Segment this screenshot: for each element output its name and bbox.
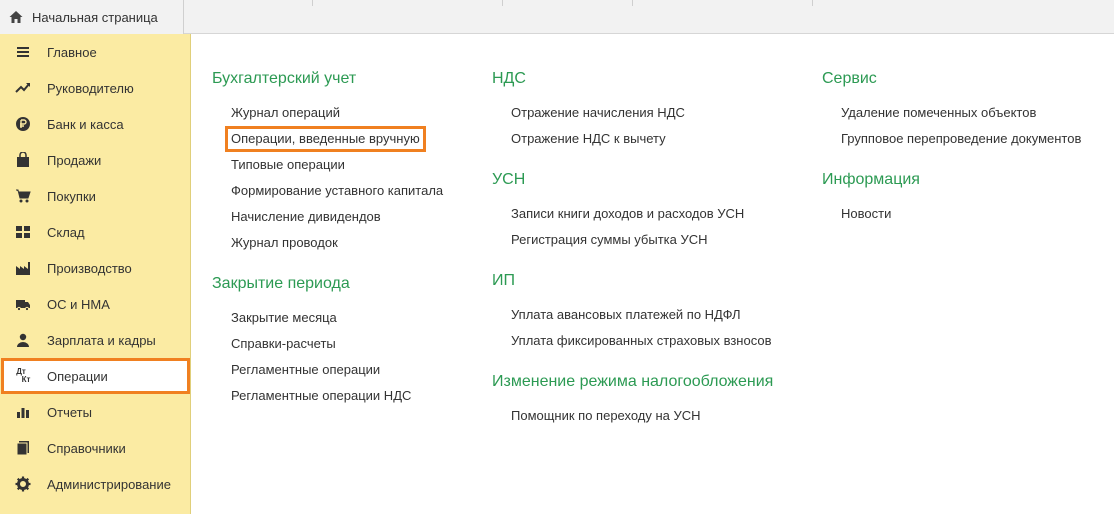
link-usn-loss[interactable]: Регистрация суммы убытка УСН: [511, 232, 708, 247]
sidebar-item-label: Отчеты: [47, 404, 92, 420]
link-dividends[interactable]: Начисление дивидендов: [231, 209, 381, 224]
tab-bar: Начальная страница: [0, 0, 1114, 34]
operations-panel: Бухгалтерский учет Журнал операций Опера…: [192, 34, 1114, 514]
link-vat-accrual[interactable]: Отражение начисления НДС: [511, 105, 685, 120]
link-typical-operations[interactable]: Типовые операции: [231, 157, 345, 172]
sidebar-item-warehouse[interactable]: Склад: [0, 214, 190, 250]
section-title-usn: УСН: [492, 171, 526, 188]
truck-icon: [14, 295, 32, 313]
link-routine-vat-operations[interactable]: Регламентные операции НДС: [231, 388, 411, 403]
sidebar-item-references[interactable]: Справочники: [0, 430, 190, 466]
section-title-accounting: Бухгалтерский учет: [212, 70, 357, 87]
tab-divider: [502, 0, 503, 6]
sidebar-item-manager[interactable]: Руководителю: [0, 70, 190, 106]
sidebar-item-assets[interactable]: ОС и НМА: [0, 286, 190, 322]
sidebar-item-label: Склад: [47, 224, 85, 240]
sidebar-item-label: Главное: [47, 44, 97, 60]
sidebar-item-production[interactable]: Производство: [0, 250, 190, 286]
tab-divider: [812, 0, 813, 6]
kt-glyph: Кт: [21, 375, 31, 384]
factory-icon: [14, 259, 32, 277]
link-usn-ledger[interactable]: Записи книги доходов и расходов УСН: [511, 206, 744, 221]
sidebar-item-operations[interactable]: Дт Кт Операции: [1, 358, 190, 394]
sidebar-item-label: ОС и НМА: [47, 296, 110, 312]
book-icon: [14, 439, 32, 457]
ruble-icon: [14, 115, 32, 133]
link-usn-transition-wizard[interactable]: Помощник по переходу на УСН: [511, 408, 701, 423]
dt-kt-icon: Дт Кт: [14, 367, 32, 385]
sidebar-item-bank[interactable]: Банк и касса: [0, 106, 190, 142]
sidebar-item-label: Администрирование: [47, 476, 171, 492]
link-delete-marked[interactable]: Удаление помеченных объектов: [841, 105, 1036, 120]
link-group-reposting[interactable]: Групповое перепроведение документов: [841, 131, 1081, 146]
section-title-ip: ИП: [492, 272, 515, 289]
gear-icon: [14, 475, 32, 493]
sidebar-item-main[interactable]: Главное: [0, 34, 190, 70]
bar-chart-icon: [14, 403, 32, 421]
sidebar-item-label: Операции: [47, 368, 108, 384]
sidebar-item-label: Продажи: [47, 152, 102, 168]
trend-icon: [14, 79, 32, 97]
link-manual-operations[interactable]: Операции, введенные вручную: [225, 126, 426, 152]
link-operations-journal[interactable]: Журнал операций: [231, 105, 340, 120]
link-vat-deduction[interactable]: Отражение НДС к вычету: [511, 131, 666, 146]
tab-divider: [312, 0, 313, 6]
cart-icon: [14, 187, 32, 205]
bag-icon: [14, 151, 32, 169]
link-month-close[interactable]: Закрытие месяца: [231, 310, 337, 325]
sidebar-item-label: Зарплата и кадры: [47, 332, 156, 348]
sidebar-item-label: Покупки: [47, 188, 96, 204]
link-fixed-contributions[interactable]: Уплата фиксированных страховых взносов: [511, 333, 771, 348]
link-news[interactable]: Новости: [841, 206, 891, 221]
sidebar: Главное Руководителю Банк и касса Продаж…: [0, 34, 191, 514]
link-calculations[interactable]: Справки-расчеты: [231, 336, 336, 351]
sidebar-item-admin[interactable]: Администрирование: [0, 466, 190, 502]
sidebar-item-reports[interactable]: Отчеты: [0, 394, 190, 430]
sidebar-item-sales[interactable]: Продажи: [0, 142, 190, 178]
section-title-vat: НДС: [492, 70, 526, 87]
sidebar-item-payroll[interactable]: Зарплата и кадры: [0, 322, 190, 358]
menu-icon: [14, 43, 32, 61]
section-title-tax-regime: Изменение режима налогообложения: [492, 373, 774, 390]
section-title-service: Сервис: [822, 70, 877, 87]
link-routine-operations[interactable]: Регламентные операции: [231, 362, 380, 377]
link-entries-journal[interactable]: Журнал проводок: [231, 235, 338, 250]
sidebar-item-label: Руководителю: [47, 80, 134, 96]
section-title-period-close: Закрытие периода: [212, 275, 350, 292]
section-title-info: Информация: [822, 171, 920, 188]
link-ndfl-advance[interactable]: Уплата авансовых платежей по НДФЛ: [511, 307, 741, 322]
person-icon: [14, 331, 32, 349]
grid-icon: [14, 223, 32, 241]
home-tab[interactable]: Начальная страница: [0, 0, 184, 34]
sidebar-item-label: Производство: [47, 260, 132, 276]
link-charter-capital[interactable]: Формирование уставного капитала: [231, 183, 443, 198]
home-icon: [9, 11, 23, 23]
sidebar-item-label: Банк и касса: [47, 116, 124, 132]
tab-divider: [632, 0, 633, 6]
sidebar-item-label: Справочники: [47, 440, 126, 456]
sidebar-item-purchases[interactable]: Покупки: [0, 178, 190, 214]
home-tab-label: Начальная страница: [32, 9, 158, 25]
